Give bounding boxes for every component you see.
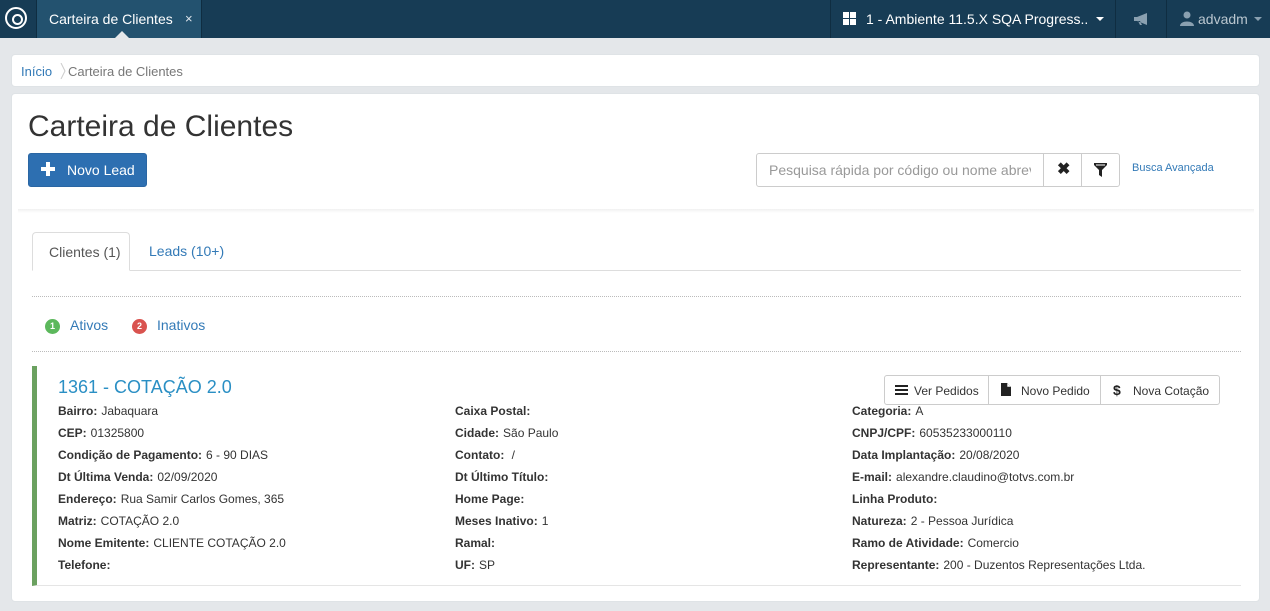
new-order-label: Novo Pedido [1021, 384, 1090, 398]
field-email: E-mail: alexandre.claudino@totvs.com.br [852, 470, 1075, 484]
new-lead-button[interactable]: Novo Lead [28, 153, 147, 187]
app-tab-carteira-clientes[interactable]: Carteira de Clientes × [36, 0, 202, 38]
client-card: 1361 - COTAÇÃO 2.0 Ver Pedidos Novo Pedi… [32, 366, 1241, 586]
field-cidade: Cidade: São Paulo [455, 426, 559, 440]
filter-icon [1094, 163, 1107, 177]
tab-leads[interactable]: Leads (10+) [134, 232, 234, 271]
file-icon [1001, 383, 1011, 396]
user-name: advadm [1198, 11, 1248, 27]
list-icon [895, 385, 908, 396]
environment-label: 1 - Ambiente 11.5.X SQA Progress.. [866, 11, 1089, 27]
megaphone-icon [1134, 13, 1147, 25]
field-home-page: Home Page: [455, 492, 525, 506]
field-categoria: Categoria: A [852, 404, 924, 418]
plus-icon [41, 162, 55, 176]
field-natureza: Natureza: 2 - Pessoa Jurídica [852, 514, 1014, 528]
breadcrumb-separator-icon [60, 63, 66, 79]
field-contato: Contato: / [455, 448, 515, 462]
field-data-implantacao: Data Implantação: 20/08/2020 [852, 448, 1020, 462]
tab-clientes-label: Clientes (1) [49, 244, 121, 260]
dollar-icon: $ [1113, 382, 1121, 398]
quick-search: ✖ [756, 153, 1122, 187]
main-panel: Carteira de Clientes Novo Lead ✖ Busca A… [11, 93, 1260, 602]
close-icon: ✖ [1057, 161, 1071, 178]
field-bairro: Bairro: Jabaquara [58, 404, 159, 418]
environment-selector[interactable]: 1 - Ambiente 11.5.X SQA Progress.. [830, 0, 1116, 38]
active-tab-pointer [115, 31, 129, 38]
clear-search-button[interactable]: ✖ [1043, 153, 1082, 187]
divider [32, 296, 1241, 297]
field-dt-ultimo-titulo: Dt Último Título: [455, 470, 549, 484]
new-quote-label: Nova Cotação [1133, 384, 1210, 398]
advanced-search-link[interactable]: Busca Avançada [1132, 162, 1214, 174]
field-ramal: Ramal: [455, 536, 496, 550]
field-condicao-pagamento: Condição de Pagamento: 6 - 90 DIAS [58, 448, 269, 462]
field-ramo-atividade: Ramo de Atividade: Comercio [852, 536, 1019, 550]
inactive-count-badge: 2 [132, 319, 147, 334]
inactive-label: Inativos [157, 317, 206, 333]
new-quote-button[interactable]: $ Nova Cotação [1100, 375, 1220, 405]
client-title-link[interactable]: 1361 - COTAÇÃO 2.0 [58, 377, 232, 398]
app-logo-icon[interactable] [5, 7, 27, 29]
field-uf: UF: SP [455, 558, 496, 572]
active-label: Ativos [70, 317, 109, 333]
active-count-badge: 1 [45, 319, 60, 334]
new-order-button[interactable]: Novo Pedido [988, 375, 1101, 405]
close-icon[interactable]: × [185, 11, 193, 26]
field-representante: Representante: 200 - Duzentos Representaç… [852, 558, 1146, 572]
filter-button[interactable] [1081, 153, 1120, 187]
view-orders-label: Ver Pedidos [914, 384, 979, 398]
field-cnpj-cpf: CNPJ/CPF: 60535233000110 [852, 426, 1012, 440]
tab-clientes[interactable]: Clientes (1) [32, 232, 130, 271]
top-navbar: Carteira de Clientes × 1 - Ambiente 11.5… [0, 0, 1270, 38]
field-cep: CEP: 01325800 [58, 426, 145, 440]
header-divider [18, 209, 1254, 213]
divider [32, 351, 1241, 352]
view-orders-button[interactable]: Ver Pedidos [884, 375, 989, 405]
notifications-button[interactable] [1117, 0, 1167, 38]
page-title: Carteira de Clientes [28, 110, 294, 143]
breadcrumb: Início Carteira de Clientes [11, 54, 1260, 87]
tab-leads-label: Leads (10+) [149, 243, 225, 259]
field-nome-emitente: Nome Emitente: CLIENTE COTAÇÃO 2.0 [58, 536, 286, 550]
search-input[interactable] [756, 153, 1044, 187]
new-lead-label: Novo Lead [67, 162, 135, 178]
field-dt-ultima-venda: Dt Última Venda: 02/09/2020 [58, 470, 218, 484]
user-menu[interactable]: advadm [1168, 0, 1270, 38]
field-meses-inativo: Meses Inativo: 1 [455, 514, 549, 528]
chevron-down-icon [1254, 17, 1262, 21]
app-tab-label: Carteira de Clientes [49, 11, 173, 27]
field-telefone: Telefone: [58, 558, 111, 572]
grid-icon [843, 12, 856, 25]
breadcrumb-current: Carteira de Clientes [68, 64, 183, 79]
field-caixa-postal: Caixa Postal: [455, 404, 531, 418]
field-linha-produto: Linha Produto: [852, 492, 938, 506]
field-endereco: Endereço: Rua Samir Carlos Gomes, 365 [58, 492, 285, 506]
breadcrumb-home[interactable]: Início [21, 64, 52, 79]
chevron-down-icon [1096, 17, 1104, 21]
field-matriz: Matriz: COTAÇÃO 2.0 [58, 514, 180, 528]
user-icon [1180, 11, 1194, 26]
